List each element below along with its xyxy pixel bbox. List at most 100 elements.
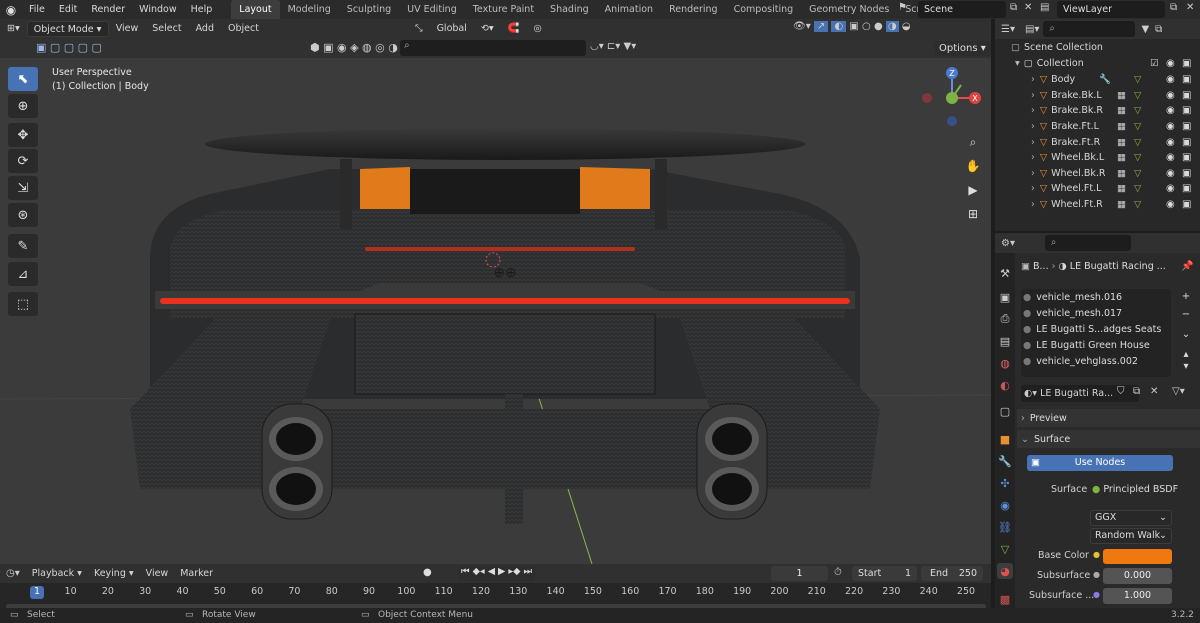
scene-icon[interactable]: ⚑: [898, 2, 918, 17]
chevron-right-icon[interactable]: ›: [1031, 90, 1035, 101]
collection-tab-icon[interactable]: ▢: [997, 403, 1013, 419]
subsurface-method-dropdown[interactable]: Random Walk ⌄: [1090, 528, 1172, 544]
chevron-right-icon[interactable]: ›: [1031, 199, 1035, 210]
menu-view[interactable]: View: [109, 23, 146, 34]
particles-tab-icon[interactable]: ✣: [997, 475, 1013, 491]
modifier-tab-icon[interactable]: 🔧: [997, 453, 1013, 469]
material-slot-item[interactable]: ● vehicle_mesh.017: [1023, 308, 1167, 323]
unlink-material-icon[interactable]: ✕: [1150, 386, 1158, 397]
checkbox-icon[interactable]: ☑: [1150, 58, 1159, 69]
xray-icon[interactable]: ▣: [849, 21, 858, 32]
properties-search-input[interactable]: ⌕: [1044, 235, 1131, 251]
visibility-eye-icon[interactable]: ◉: [1166, 74, 1175, 85]
selection-mode-icons[interactable]: ▣ ▢ ▢ ▢ ▢: [36, 41, 102, 54]
zoom-view-button[interactable]: ⌕: [962, 131, 984, 153]
material-browse-icon[interactable]: ◐▾: [1024, 388, 1037, 399]
navigation-gizmo[interactable]: Z X: [915, 63, 987, 127]
tab-sculpting[interactable]: Sculpting: [339, 0, 399, 19]
menu-marker[interactable]: Marker: [174, 568, 219, 579]
jump-start-icon[interactable]: ⏮: [461, 566, 470, 577]
prev-keyframe-icon[interactable]: ◆◂: [473, 566, 485, 577]
new-scene-icon[interactable]: ⧉: [1010, 2, 1017, 13]
solid-shading-icon[interactable]: ●: [874, 21, 883, 32]
visibility-icon[interactable]: 👁▾: [793, 21, 811, 32]
visibility-eye-icon[interactable]: ◉: [1166, 168, 1175, 179]
camera-view-button[interactable]: ▶: [962, 179, 984, 201]
search-input[interactable]: ⌕: [400, 40, 586, 56]
outliner-item[interactable]: › ▽ Wheel.Bk.R ▦ ▽ ◉ ▣: [995, 166, 1200, 182]
tab-animation[interactable]: Animation: [597, 0, 661, 19]
tab-uv-editing[interactable]: UV Editing: [399, 0, 465, 19]
editor-type-icon[interactable]: ⊞▾: [0, 23, 27, 34]
material-slot-item[interactable]: ● LE Bugatti S...adges Seats: [1023, 324, 1167, 339]
display-mode-icon[interactable]: ▤▾: [1021, 24, 1043, 35]
pin-icon[interactable]: 📌: [1181, 261, 1193, 272]
menu-render[interactable]: Render: [84, 0, 132, 19]
chevron-right-icon[interactable]: ›: [1031, 105, 1035, 116]
playback-controls[interactable]: ⏮ ◆◂ ◀ ▶ ▸◆ ⏭: [458, 566, 536, 581]
select-tool-button[interactable]: ⬉: [8, 67, 38, 91]
add-slot-button[interactable]: +: [1177, 291, 1195, 307]
tab-modeling[interactable]: Modeling: [280, 0, 339, 19]
visibility-eye-icon[interactable]: ◉: [1166, 58, 1175, 69]
physics-tab-icon[interactable]: ◉: [997, 497, 1013, 513]
rendered-shading-icon[interactable]: ◒: [902, 21, 911, 32]
render-camera-icon[interactable]: ▣: [1182, 152, 1191, 163]
outliner-item[interactable]: › ▽ Brake.Ft.R ▦ ▽ ◉ ▣: [995, 134, 1200, 150]
clock-icon[interactable]: ⏱: [834, 567, 842, 578]
play-reverse-icon[interactable]: ◀: [488, 566, 495, 577]
use-nodes-button[interactable]: ▣ Use Nodes: [1027, 455, 1173, 471]
material-tab-icon[interactable]: ◕: [997, 563, 1013, 579]
jump-end-icon[interactable]: ⏭: [524, 566, 533, 577]
fake-user-shield-icon[interactable]: ⛉: [1117, 386, 1125, 397]
outliner-item[interactable]: › ▽ Wheel.Ft.R ▦ ▽ ◉ ▣: [995, 197, 1200, 213]
next-keyframe-icon[interactable]: ▸◆: [508, 566, 520, 577]
filter-icons[interactable]: ◡▾ ⊏▾ ▼▾: [590, 41, 636, 52]
outliner-item[interactable]: › ▽ Wheel.Bk.L ▦ ▽ ◉ ▣: [995, 150, 1200, 166]
cursor-tool-button[interactable]: ⊕: [8, 94, 38, 118]
move-tool-button[interactable]: ✥: [8, 123, 38, 147]
tab-rendering[interactable]: Rendering: [661, 0, 726, 19]
tab-layout[interactable]: Layout: [231, 0, 280, 19]
visibility-eye-icon[interactable]: ◉: [1166, 105, 1175, 116]
delete-view-layer-icon[interactable]: ✕: [1186, 2, 1194, 13]
blender-logo-icon[interactable]: ◉: [0, 0, 22, 19]
3d-viewport[interactable]: ⊕⊕ ⊞▾ Object Mode ▾ View Select Add Obje…: [0, 19, 991, 564]
view-layer-tab-icon[interactable]: ▤: [997, 333, 1013, 349]
visibility-eye-icon[interactable]: ◉: [1166, 152, 1175, 163]
scene-tab-icon[interactable]: ◍: [997, 355, 1013, 371]
overlay-toggle-icon[interactable]: ◐: [831, 21, 847, 32]
play-icon[interactable]: ▶: [498, 566, 505, 577]
render-camera-icon[interactable]: ▣: [1182, 105, 1191, 116]
proportional-edit-icon[interactable]: ◎: [526, 23, 548, 34]
chevron-right-icon[interactable]: ›: [1031, 74, 1035, 85]
timeline-editor-icon[interactable]: ◷▾: [0, 568, 26, 579]
annotate-tool-button[interactable]: ✎: [8, 234, 38, 258]
subsurface-radius-field[interactable]: 1.000: [1103, 588, 1172, 604]
transform-tool-button[interactable]: ⊛: [8, 203, 38, 227]
world-tab-icon[interactable]: ◐: [997, 377, 1013, 393]
scene-field[interactable]: Scene: [918, 1, 1006, 18]
tab-compositing[interactable]: Compositing: [726, 0, 802, 19]
outliner-editor-icon[interactable]: ☰▾: [995, 24, 1021, 35]
gizmo-toggle-icon[interactable]: ↗: [813, 21, 829, 32]
outliner-item[interactable]: › ▽ Wheel.Ft.L ▦ ▽ ◉ ▣: [995, 181, 1200, 197]
constraints-tab-icon[interactable]: ⛓: [997, 519, 1013, 535]
render-camera-icon[interactable]: ▣: [1182, 168, 1191, 179]
chevron-right-icon[interactable]: ›: [1031, 137, 1035, 148]
delete-scene-icon[interactable]: ✕: [1024, 2, 1032, 13]
menu-object[interactable]: Object: [221, 23, 266, 34]
chevron-right-icon[interactable]: ›: [1031, 121, 1035, 132]
view-layer-field[interactable]: ViewLayer: [1057, 1, 1165, 18]
move-slot-down-button[interactable]: ▾: [1177, 361, 1195, 377]
scale-tool-button[interactable]: ⇲: [8, 176, 38, 200]
visibility-eye-icon[interactable]: ◉: [1166, 183, 1175, 194]
menu-file[interactable]: File: [22, 0, 52, 19]
pan-view-button[interactable]: ✋: [962, 155, 984, 177]
tab-shading[interactable]: Shading: [542, 0, 597, 19]
ortho-toggle-button[interactable]: ⊞: [962, 203, 984, 225]
new-view-layer-icon[interactable]: ⧉: [1170, 2, 1177, 13]
scene-collection-row[interactable]: ▢ Scene Collection: [995, 40, 1200, 56]
outliner-item[interactable]: › ▽ Brake.Ft.L ▦ ▽ ◉ ▣: [995, 119, 1200, 135]
visibility-eye-icon[interactable]: ◉: [1166, 199, 1175, 210]
